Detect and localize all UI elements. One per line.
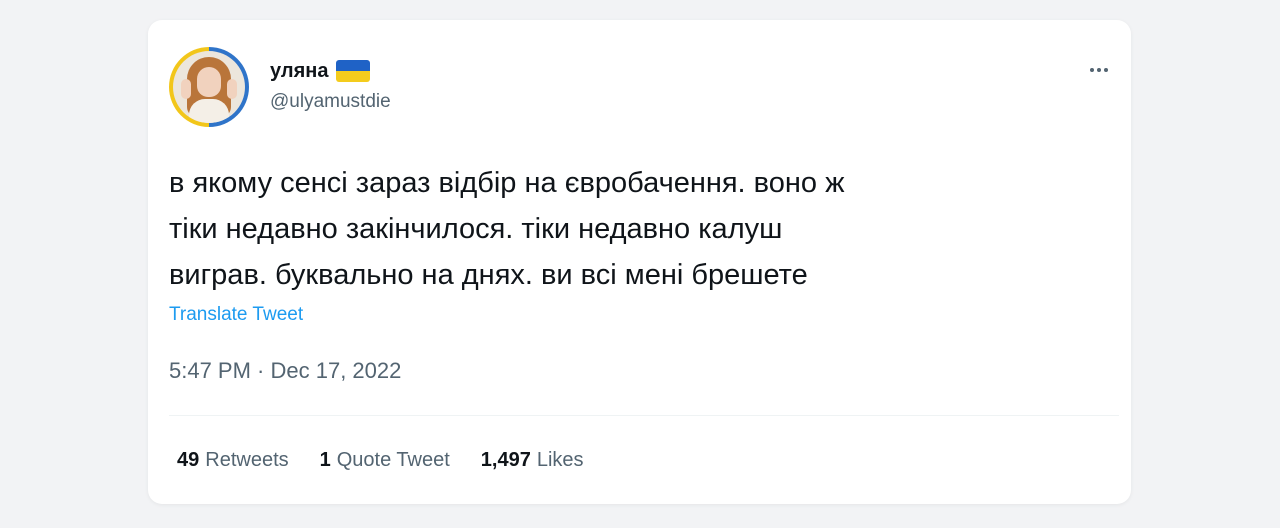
more-options-icon[interactable] [1084, 56, 1114, 84]
stat-label: Retweets [205, 449, 289, 471]
retweets-stat[interactable]: 49 Retweets [177, 449, 289, 472]
tweet-text: в якому сенсі зараз відбір на євробаченн… [169, 167, 845, 291]
avatar-image [173, 51, 245, 123]
avatar-right-hand [227, 79, 237, 99]
stat-label: Likes [536, 449, 584, 471]
author-name[interactable]: уляна [270, 60, 328, 83]
avatar[interactable] [169, 47, 249, 127]
quote-tweets-stat[interactable]: 1 Quote Tweet [320, 449, 450, 472]
avatar-left-hand [181, 79, 191, 99]
tweet-card: уляна @ulyamustdie в якому сенсі зараз в… [148, 20, 1131, 504]
avatar-face [197, 67, 221, 97]
tweet-timestamp[interactable]: 5:47 PM · Dec 17, 2022 [169, 358, 401, 384]
ukraine-flag-icon [336, 60, 371, 82]
tweet-stats: 49 Retweets 1 Quote Tweet 1,497 Likes [177, 449, 584, 472]
likes-stat[interactable]: 1,497 Likes [481, 449, 584, 472]
avatar-body [189, 99, 229, 123]
author-handle[interactable]: @ulyamustdie [270, 91, 391, 113]
stat-count: 49 [177, 449, 200, 471]
divider [169, 415, 1119, 416]
translate-tweet-link[interactable]: Translate Tweet [169, 304, 303, 326]
stat-count: 1,497 [480, 449, 531, 471]
author-name-row[interactable]: уляна [270, 58, 371, 84]
stat-count: 1 [319, 449, 331, 471]
stat-label: Quote Tweet [336, 449, 450, 471]
